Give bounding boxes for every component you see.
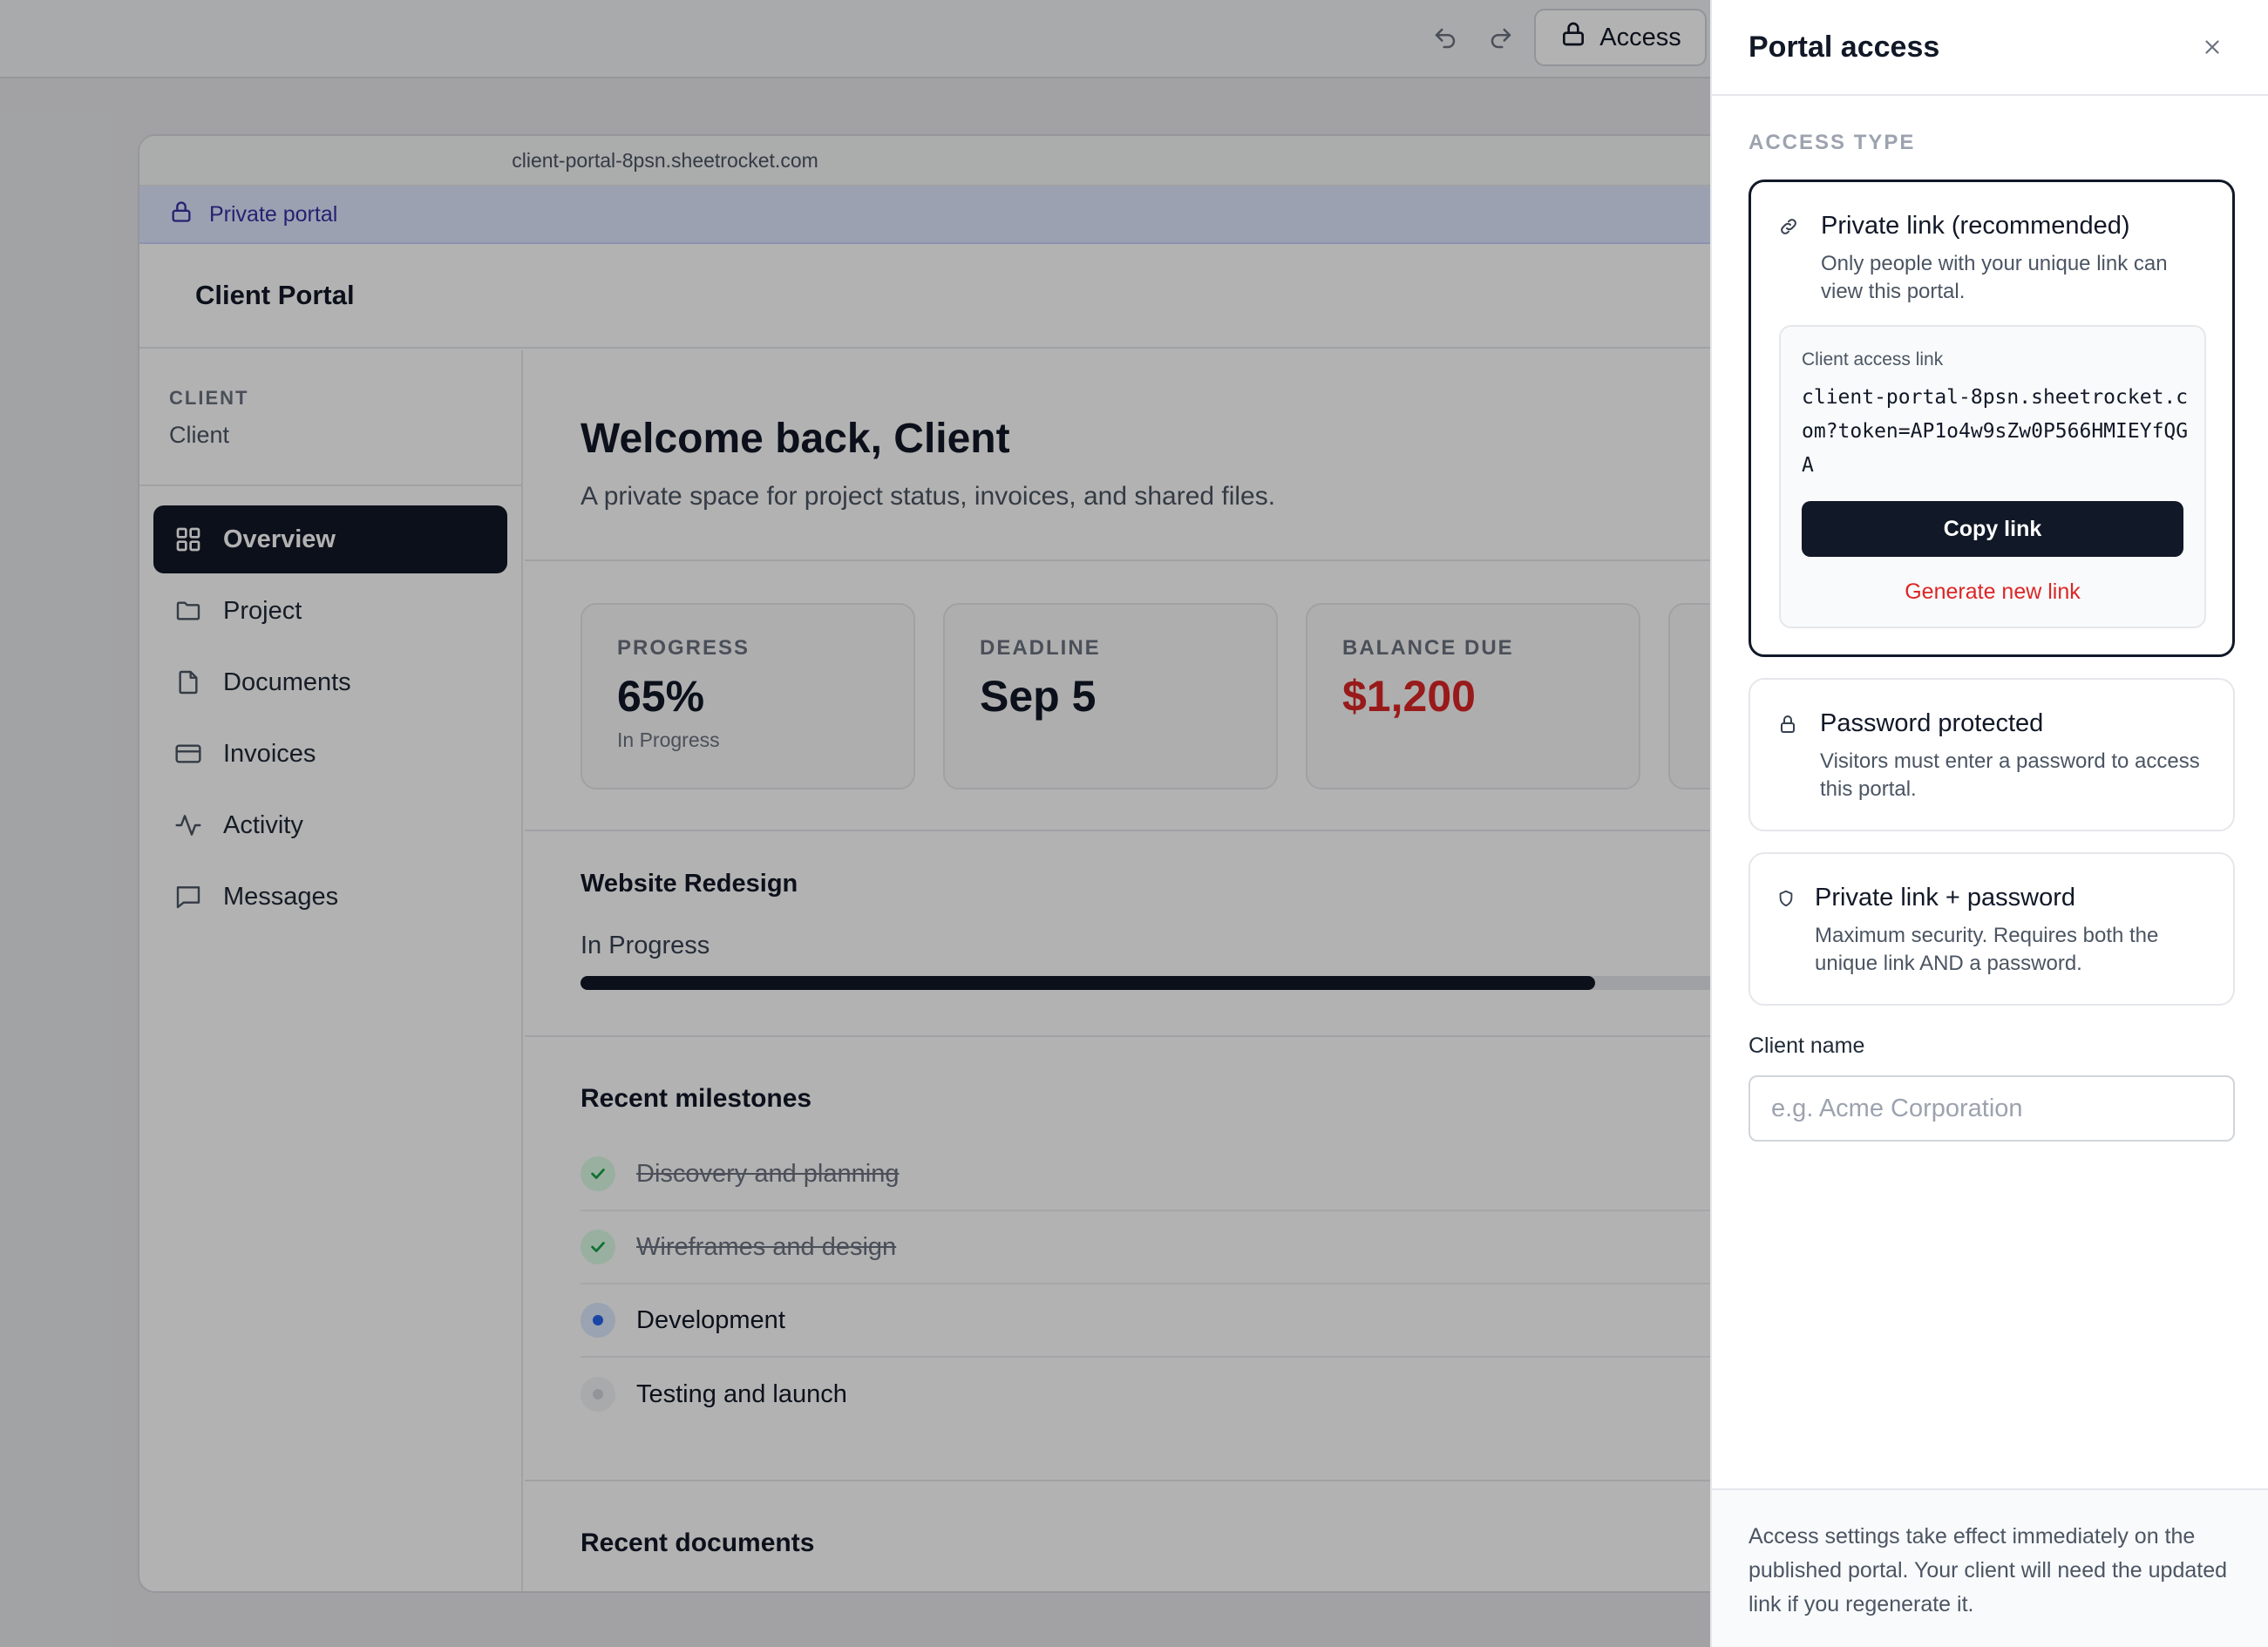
client-access-link-label: Client access link	[1802, 349, 1944, 369]
client-access-link-box: Client access link client-portal-8psn.sh…	[1779, 325, 2206, 628]
option-description: Maximum security. Requires both the uniq…	[1815, 924, 2159, 975]
drawer-footer-note: Access settings take effect immediately …	[1712, 1488, 2268, 1647]
close-icon[interactable]	[2195, 30, 2230, 64]
generate-new-link-button[interactable]: Generate new link	[1802, 580, 2183, 605]
link-icon	[1776, 214, 1802, 240]
client-access-link-url: client-portal-8psn.sheetrocket.com?token…	[1802, 386, 2189, 477]
client-name-input[interactable]	[1749, 1075, 2235, 1142]
option-title: Private link + password	[1815, 884, 2075, 912]
modal-backdrop[interactable]	[0, 0, 1710, 1647]
client-name-label: Client name	[1749, 1034, 1865, 1058]
option-description: Only people with your unique link can vi…	[1821, 252, 2168, 303]
option-description: Visitors must enter a password to access…	[1820, 749, 2200, 801]
copy-link-button[interactable]: Copy link	[1802, 501, 2183, 557]
access-type-label: ACCESS TYPE	[1749, 131, 1916, 154]
access-option-link-and-password[interactable]: Private link + password Maximum security…	[1749, 852, 2235, 1006]
drawer-header: Portal access	[1712, 0, 2268, 96]
drawer-title: Portal access	[1749, 30, 1940, 64]
access-option-password[interactable]: Password protected Visitors must enter a…	[1749, 678, 2235, 831]
access-option-private-link[interactable]: Private link (recommended) Only people w…	[1749, 180, 2235, 657]
portal-access-drawer: Portal access ACCESS TYPE Private link (…	[1710, 0, 2268, 1647]
option-title: Private link (recommended)	[1821, 212, 2130, 240]
lock-icon	[1775, 711, 1801, 737]
option-title: Password protected	[1820, 709, 2044, 737]
shield-icon	[1773, 885, 1799, 912]
